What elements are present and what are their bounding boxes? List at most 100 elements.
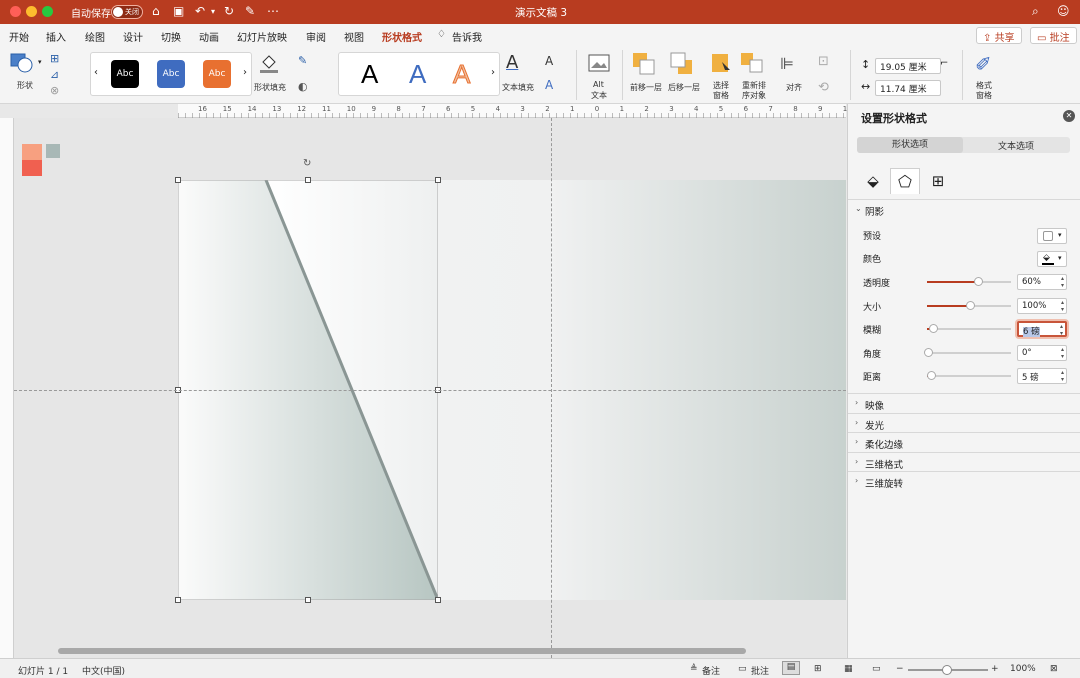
paint-bucket-icon[interactable] bbox=[258, 52, 280, 74]
shadow-prop-input[interactable]: 60% ▴ ▾ bbox=[1017, 274, 1067, 290]
language-indicator[interactable]: 中文(中国) bbox=[82, 664, 125, 677]
group-icon[interactable]: ⊡ bbox=[818, 54, 829, 69]
shadow-prop-input[interactable]: 100% ▴ ▾ bbox=[1017, 297, 1067, 314]
collapsed-section-header[interactable]: › 三维旋转 bbox=[848, 471, 1080, 490]
tab-tell-me[interactable]: 告诉我 bbox=[452, 29, 482, 44]
send-backward-icon[interactable] bbox=[670, 52, 694, 76]
shape-height-field[interactable]: 19.05 厘米 bbox=[875, 58, 941, 74]
slider-knob[interactable] bbox=[926, 371, 936, 380]
text-box-icon[interactable]: ⊞ bbox=[50, 52, 59, 65]
slider-knob[interactable] bbox=[924, 347, 933, 357]
rotate-handle-icon[interactable]: ↻ bbox=[303, 158, 311, 169]
text-options-tab[interactable]: 文本选项 bbox=[963, 139, 1069, 152]
edit-shape-icon[interactable]: ⊿ bbox=[50, 68, 59, 81]
vertical-guide[interactable] bbox=[551, 118, 552, 658]
shadow-color-button[interactable]: ⬙ ▾ bbox=[1037, 251, 1067, 267]
rotate-icon[interactable]: ⟲ bbox=[818, 80, 829, 95]
slider-knob[interactable] bbox=[966, 300, 975, 310]
resize-handle-ne[interactable] bbox=[435, 177, 441, 183]
shadow-prop-slider[interactable] bbox=[924, 347, 1011, 357]
text-fill-icon[interactable]: A bbox=[506, 52, 518, 73]
slide-canvas[interactable]: ↻ bbox=[14, 118, 846, 658]
horizontal-scrollbar[interactable] bbox=[58, 648, 746, 654]
slideshow-icon[interactable]: ▭ bbox=[872, 664, 881, 674]
reorder-objects-icon[interactable] bbox=[740, 52, 766, 76]
zoom-slider[interactable] bbox=[908, 665, 988, 675]
shape-outline-icon[interactable]: ✎ bbox=[298, 54, 307, 67]
shadow-preset-button[interactable]: ▾ bbox=[1037, 228, 1067, 244]
share-button[interactable]: ⇪ 共享 bbox=[976, 27, 1022, 44]
resize-handle-se[interactable] bbox=[435, 597, 441, 603]
wordart-black[interactable]: A bbox=[361, 59, 378, 90]
shadow-prop-input[interactable]: 5 磅 ▴ ▾ bbox=[1017, 368, 1067, 384]
alt-text-icon[interactable] bbox=[588, 54, 610, 74]
normal-view-icon[interactable]: ▤ bbox=[782, 661, 800, 675]
gallery-prev-icon[interactable]: ‹ bbox=[94, 67, 98, 78]
zoom-out-icon[interactable]: − bbox=[896, 664, 904, 674]
resize-handle-s[interactable] bbox=[305, 597, 311, 603]
tab-view[interactable]: 视图 bbox=[344, 29, 364, 44]
shadow-prop-slider[interactable] bbox=[927, 324, 1011, 333]
shadow-section-header[interactable]: ⌄ 阴影 bbox=[848, 199, 1080, 218]
stepper-arrows-icon[interactable]: ▴ ▾ bbox=[1060, 323, 1063, 337]
zoom-level[interactable]: 100% bbox=[1010, 664, 1036, 674]
chevron-down-icon[interactable]: ▾ bbox=[38, 58, 42, 66]
tab-draw[interactable]: 绘图 bbox=[85, 29, 105, 44]
comments-button[interactable]: ▭ 批注 bbox=[1030, 27, 1077, 44]
selection-pane-icon[interactable] bbox=[710, 52, 732, 76]
wordart-orange[interactable]: A bbox=[452, 59, 470, 90]
stepper-arrows-icon[interactable]: ▴ ▾ bbox=[1061, 369, 1064, 383]
home-icon[interactable]: ⌂ bbox=[152, 4, 160, 18]
account-icon[interactable]: ☺ bbox=[1057, 4, 1070, 18]
fit-slide-icon[interactable]: ⊠ bbox=[1050, 664, 1058, 674]
shape-options-tab[interactable]: 形状选项 bbox=[857, 137, 963, 153]
wordart-next-icon[interactable]: › bbox=[491, 67, 495, 78]
close-icon[interactable]: ✕ bbox=[1063, 110, 1075, 122]
slider-knob[interactable] bbox=[929, 324, 939, 333]
slide-sorter-icon[interactable]: ⊞ bbox=[814, 664, 822, 674]
style-sample-orange[interactable]: Abc bbox=[203, 60, 231, 88]
shape-effects-icon[interactable]: ◐ bbox=[298, 80, 308, 93]
autosave-toggle[interactable]: 关闭 bbox=[111, 5, 143, 19]
merge-shapes-icon[interactable]: ⊗ bbox=[50, 84, 59, 97]
comments-status-button[interactable]: 批注 bbox=[751, 664, 769, 677]
shadow-prop-slider[interactable] bbox=[926, 371, 1011, 380]
stepper-arrows-icon[interactable]: ▴ ▾ bbox=[1061, 299, 1064, 313]
stepper-arrows-icon[interactable]: ▴ ▾ bbox=[1061, 275, 1064, 289]
close-window-button[interactable] bbox=[10, 6, 21, 17]
horizontal-guide[interactable] bbox=[14, 390, 846, 391]
zoom-slider-knob[interactable] bbox=[942, 665, 952, 675]
reading-view-icon[interactable]: ▦ bbox=[844, 664, 853, 674]
tab-home[interactable]: 开始 bbox=[9, 29, 29, 44]
minimize-window-button[interactable] bbox=[26, 6, 37, 17]
resize-handle-nw[interactable] bbox=[175, 177, 181, 183]
tab-design[interactable]: 设计 bbox=[123, 29, 143, 44]
redo-icon[interactable]: ↻ bbox=[224, 4, 234, 18]
align-icon[interactable]: ⊫ bbox=[780, 54, 794, 73]
text-effects-icon[interactable]: A bbox=[545, 78, 553, 92]
text-outline-icon[interactable]: A bbox=[545, 54, 553, 68]
style-sample-black[interactable]: Abc bbox=[111, 60, 139, 88]
zoom-window-button[interactable] bbox=[42, 6, 53, 17]
tab-insert[interactable]: 插入 bbox=[46, 29, 66, 44]
undo-icon[interactable]: ↶ bbox=[195, 4, 205, 18]
collapsed-section-header[interactable]: › 柔化边缘 bbox=[848, 432, 1080, 451]
resize-handle-n[interactable] bbox=[305, 177, 311, 183]
notes-button[interactable]: 备注 bbox=[702, 664, 720, 677]
style-sample-blue[interactable]: Abc bbox=[157, 60, 185, 88]
gallery-next-icon[interactable]: › bbox=[243, 67, 247, 78]
tab-animations[interactable]: 动画 bbox=[199, 29, 219, 44]
bring-forward-icon[interactable] bbox=[632, 52, 656, 76]
format-pane-icon[interactable]: ✐ bbox=[975, 52, 992, 76]
stepper-arrows-icon[interactable]: ▴ ▾ bbox=[1061, 346, 1064, 360]
shapes-icon[interactable] bbox=[10, 52, 33, 73]
undo-dropdown-icon[interactable]: ▾ bbox=[211, 7, 215, 16]
effects-tab[interactable]: ⬠ bbox=[890, 168, 920, 194]
tab-transitions[interactable]: 切换 bbox=[161, 29, 181, 44]
wordart-blue[interactable]: A bbox=[409, 59, 426, 90]
save-icon[interactable]: ▣ bbox=[173, 4, 184, 18]
size-properties-tab[interactable]: ⊞ bbox=[923, 168, 953, 194]
collapsed-section-header[interactable]: › 映像 bbox=[848, 393, 1080, 412]
lock-aspect-icon[interactable]: ⌐ bbox=[940, 58, 948, 69]
zoom-in-icon[interactable]: + bbox=[991, 664, 999, 674]
